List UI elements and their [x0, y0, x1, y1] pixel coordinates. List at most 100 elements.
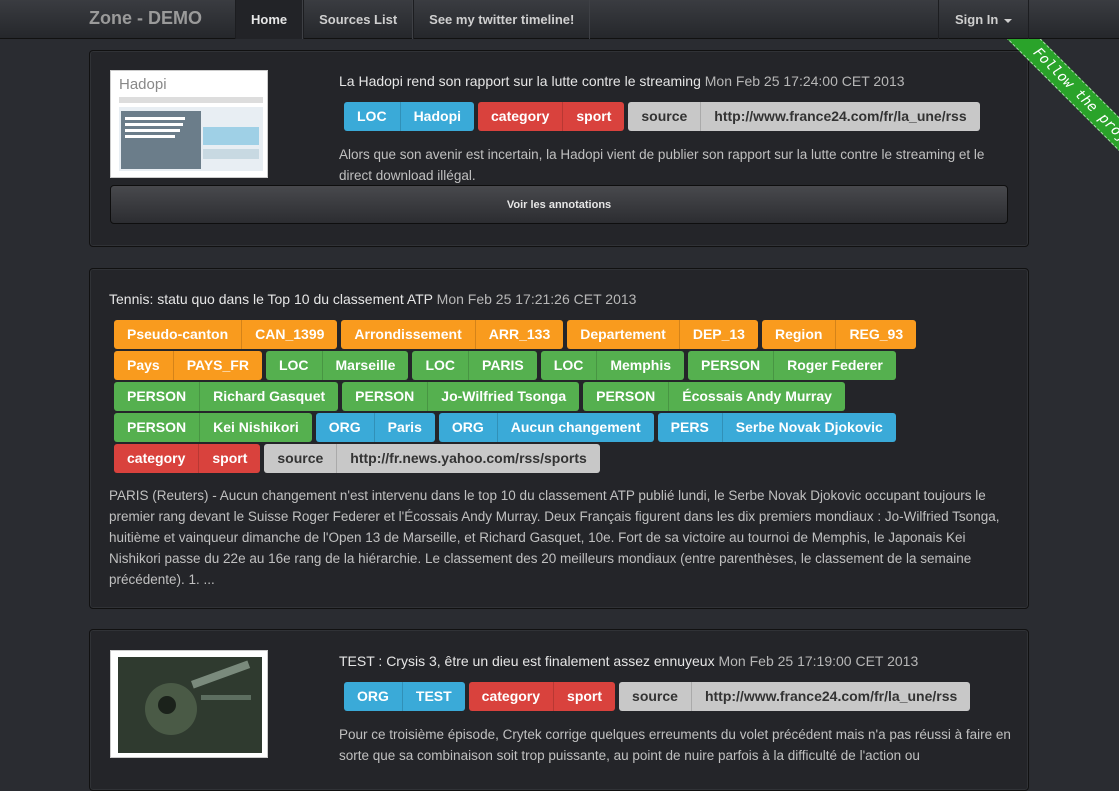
- tag-key: ORG: [438, 413, 497, 442]
- article-title[interactable]: Tennis: statu quo dans le Top 10 du clas…: [109, 291, 433, 307]
- tag-value: Hadopi: [399, 102, 475, 131]
- tag-pers[interactable]: PERS Serbe Novak Djokovic: [657, 413, 896, 442]
- article-title[interactable]: La Hadopi rend son rapport sur la lutte …: [339, 73, 701, 89]
- tag-value: http://www.france24.com/fr/la_une/rss: [690, 682, 971, 711]
- article-date: Mon Feb 25 17:19:00 CET 2013: [718, 653, 919, 669]
- tag-loc[interactable]: LOC Memphis: [540, 351, 685, 380]
- tag-value: Écossais Andy Murray: [668, 382, 845, 411]
- tag-key: PERSON: [342, 382, 428, 411]
- tag-value: http://www.france24.com/fr/la_une/rss: [700, 102, 980, 131]
- tag-value: sport: [562, 102, 625, 131]
- article-date: Mon Feb 25 17:21:26 CET 2013: [436, 291, 637, 307]
- tag-arrondissement[interactable]: Arrondissement ARR_133: [341, 320, 564, 349]
- tag-value: sport: [198, 444, 261, 473]
- tag-departement[interactable]: Departement DEP_13: [567, 320, 758, 349]
- tag-key: PERSON: [114, 382, 200, 411]
- tag-key: Pays: [114, 351, 173, 380]
- tag-loc[interactable]: LOC PARIS: [412, 351, 537, 380]
- nav-home[interactable]: Home: [235, 0, 304, 39]
- tag-source[interactable]: source http://www.france24.com/fr/la_une/…: [628, 102, 980, 131]
- tag-key: ORG: [344, 682, 402, 711]
- article-title[interactable]: TEST : Crysis 3, être un dieu est finale…: [339, 653, 715, 669]
- tag-key: PERS: [657, 413, 722, 442]
- sign-in-dropdown[interactable]: Sign In: [938, 0, 1030, 39]
- article-description: Alors que son avenir est incertain, la H…: [339, 147, 985, 183]
- tag-org[interactable]: ORG Paris: [315, 413, 435, 442]
- tag-value: TEST: [401, 682, 465, 711]
- tag-key: source: [619, 682, 691, 711]
- tag-key: PERSON: [688, 351, 774, 380]
- brand-title[interactable]: Zone - DEMO: [89, 8, 202, 29]
- tag-person[interactable]: PERSON Kei Nishikori: [114, 413, 312, 442]
- tag-pays[interactable]: Pays PAYS_FR: [114, 351, 262, 380]
- tag-person[interactable]: PERSON Richard Gasquet: [114, 382, 339, 411]
- tag-value: DEP_13: [678, 320, 758, 349]
- hadopi-logo-text: Hadopi: [119, 76, 167, 93]
- tag-key: Pseudo-canton: [114, 320, 242, 349]
- tag-key: category: [468, 682, 554, 711]
- article-card: Tennis: statu quo dans le Top 10 du clas…: [89, 268, 1029, 609]
- follow-ribbon-container: Follow the project: [979, 39, 1119, 179]
- tag-source[interactable]: source http://www.france24.com/fr/la_une/…: [619, 682, 971, 711]
- article-card: Hadopi La Hadopi rend son rapport sur la…: [89, 50, 1029, 247]
- tag-org-test[interactable]: ORG TEST: [344, 682, 465, 711]
- tag-key: ORG: [315, 413, 374, 442]
- tag-key: source: [628, 102, 701, 131]
- tag-loc-hadopi[interactable]: LOC Hadopi: [344, 102, 475, 131]
- tag-value: PARIS: [468, 351, 537, 380]
- tag-value: PAYS_FR: [172, 351, 262, 380]
- tag-key: LOC: [265, 351, 322, 380]
- tag-key: Arrondissement: [341, 320, 475, 349]
- tag-value: Richard Gasquet: [199, 382, 339, 411]
- tag-person[interactable]: PERSON Écossais Andy Murray: [583, 382, 845, 411]
- tag-key: LOC: [540, 351, 597, 380]
- tag-value: Memphis: [596, 351, 685, 380]
- tag-key: source: [264, 444, 337, 473]
- follow-project-ribbon[interactable]: Follow the project: [1002, 39, 1119, 179]
- tag-value: http://fr.news.yahoo.com/rss/sports: [336, 444, 600, 473]
- tag-loc[interactable]: LOC Marseille: [265, 351, 409, 380]
- tag-pseudo-canton[interactable]: Pseudo-canton CAN_1399: [114, 320, 338, 349]
- nav-twitter-timeline[interactable]: See my twitter timeline!: [413, 0, 591, 39]
- tag-value: Serbe Novak Djokovic: [721, 413, 896, 442]
- tag-value: Paris: [373, 413, 435, 442]
- article-card: TEST : Crysis 3, être un dieu est finale…: [89, 629, 1029, 791]
- tag-region[interactable]: Region REG_93: [761, 320, 917, 349]
- caret-down-icon: [1004, 18, 1013, 23]
- crysis-thumbnail-image: [111, 651, 267, 757]
- article-tags: Pseudo-canton CAN_1399 Arrondissement ARR_1…: [114, 320, 944, 475]
- tag-key: category: [478, 102, 563, 131]
- tag-source[interactable]: source http://fr.news.yahoo.com/rss/sport…: [264, 444, 600, 473]
- tag-category-sport[interactable]: category sport: [478, 102, 625, 131]
- tag-value: Aucun changement: [496, 413, 654, 442]
- article-title-row: La Hadopi rend son rapport sur la lutte …: [339, 73, 905, 89]
- tag-value: REG_93: [835, 320, 917, 349]
- article-description: PARIS (Reuters) - Aucun changement n'est…: [109, 488, 1000, 587]
- nav-sources-list[interactable]: Sources List: [303, 0, 414, 39]
- tag-key: Region: [761, 320, 836, 349]
- article-date: Mon Feb 25 17:24:00 CET 2013: [704, 73, 905, 89]
- top-navbar: Zone - DEMO Home Sources List See my twi…: [0, 0, 1119, 39]
- tag-person[interactable]: PERSON Jo-Wilfried Tsonga: [342, 382, 580, 411]
- hadopi-thumbnail-image: Hadopi: [111, 71, 267, 177]
- tag-category[interactable]: category sport: [114, 444, 261, 473]
- tag-value: Marseille: [321, 351, 409, 380]
- tag-value: sport: [553, 682, 616, 711]
- article-thumbnail[interactable]: [110, 650, 268, 758]
- tag-value: ARR_133: [474, 320, 564, 349]
- article-title-row: TEST : Crysis 3, être un dieu est finale…: [339, 653, 918, 669]
- tag-person[interactable]: PERSON Roger Federer: [688, 351, 896, 380]
- tag-key: category: [114, 444, 199, 473]
- tag-value: CAN_1399: [241, 320, 338, 349]
- tag-key: PERSON: [583, 382, 669, 411]
- tag-value: Kei Nishikori: [199, 413, 312, 442]
- view-annotations-button[interactable]: Voir les annotations: [110, 185, 1008, 224]
- tag-category-sport[interactable]: category sport: [468, 682, 616, 711]
- tag-key: PERSON: [114, 413, 200, 442]
- tag-key: LOC: [412, 351, 469, 380]
- tag-org[interactable]: ORG Aucun changement: [438, 413, 654, 442]
- sign-in-label: Sign In: [955, 12, 999, 27]
- article-thumbnail[interactable]: Hadopi: [110, 70, 268, 178]
- tag-value: Roger Federer: [773, 351, 896, 380]
- tag-value: Jo-Wilfried Tsonga: [427, 382, 580, 411]
